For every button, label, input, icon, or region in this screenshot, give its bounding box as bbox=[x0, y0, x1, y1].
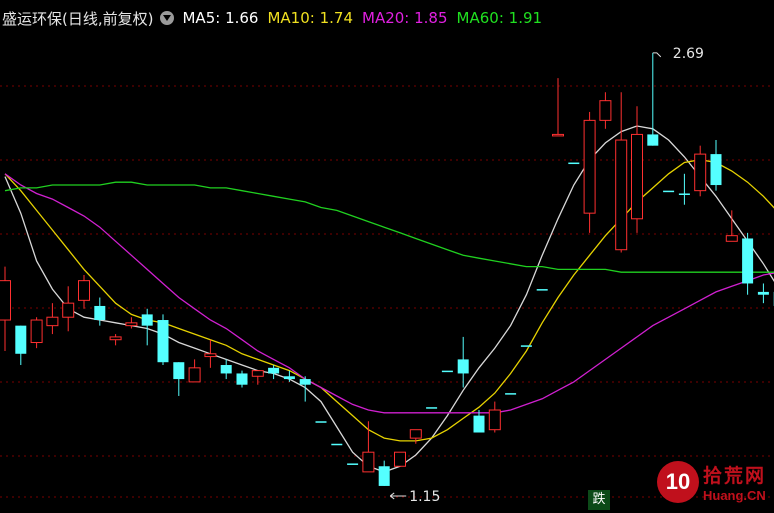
candle-body bbox=[188, 367, 201, 383]
watermark-number: 10 bbox=[656, 461, 699, 503]
ma60-value: 1.91 bbox=[508, 9, 543, 27]
candle-body bbox=[331, 443, 343, 446]
candle-body bbox=[457, 359, 469, 374]
candle-body bbox=[30, 319, 43, 344]
candle-body bbox=[505, 393, 517, 395]
candle-body bbox=[299, 379, 311, 385]
ma5-label: MA5: bbox=[182, 9, 226, 27]
candle-body bbox=[347, 463, 359, 465]
ma20-label: MA20: bbox=[362, 9, 415, 27]
chart-header: 盛运环保(日线,前复权) MA5: 1.66 MA10: 1.74 MA20: … bbox=[0, 0, 774, 36]
settings-icon[interactable] bbox=[160, 11, 175, 25]
candle-body bbox=[599, 100, 612, 121]
candle-body bbox=[125, 322, 138, 327]
candle-body bbox=[647, 134, 659, 146]
candle-body bbox=[520, 345, 532, 347]
ma20-legend: MA20: 1.85 bbox=[362, 9, 448, 27]
ma5-value: 1.66 bbox=[225, 9, 259, 27]
candle-body bbox=[315, 421, 327, 423]
candle-body bbox=[725, 235, 738, 242]
low-pointer bbox=[389, 492, 407, 500]
candle-body bbox=[678, 193, 690, 195]
watermark-cn: 拾荒网 bbox=[702, 465, 766, 487]
candle-body bbox=[394, 451, 406, 467]
candle-body bbox=[15, 325, 27, 354]
ma-line-ma60 bbox=[4, 181, 774, 273]
ma60-label: MA60: bbox=[456, 9, 509, 27]
fall-badge: 跌 bbox=[588, 490, 610, 510]
candle-body bbox=[710, 154, 722, 186]
candle-body bbox=[441, 370, 453, 373]
candle-body bbox=[568, 162, 580, 165]
candle-body bbox=[631, 133, 643, 220]
candle-body bbox=[742, 238, 754, 284]
watermark-en: Huang.CN bbox=[702, 488, 766, 503]
candle-body bbox=[552, 133, 564, 137]
ma-line-ma10 bbox=[4, 159, 774, 442]
candle-body bbox=[204, 353, 217, 358]
candle-body bbox=[409, 429, 422, 439]
ma-line-ma20 bbox=[4, 173, 774, 414]
candle-body bbox=[426, 407, 438, 409]
candle-body bbox=[157, 320, 169, 363]
high-label: 2.69 bbox=[673, 46, 704, 62]
ma10-label: MA10: bbox=[267, 9, 320, 27]
candle-body bbox=[236, 373, 248, 385]
candle-body bbox=[46, 316, 59, 327]
candle-body bbox=[583, 119, 596, 214]
candle-body bbox=[0, 280, 11, 321]
candle-body bbox=[78, 280, 90, 301]
low-label: 1.15 bbox=[409, 489, 440, 505]
candlestick-chart[interactable]: 2.69 1.15 bbox=[0, 0, 774, 513]
watermark-logo: 10 拾荒网 Huang.CN bbox=[656, 458, 766, 506]
candle-body bbox=[94, 305, 106, 321]
candle-body bbox=[251, 370, 264, 377]
candle-body bbox=[109, 336, 122, 341]
candle-body bbox=[536, 289, 548, 291]
ma10-value: 1.74 bbox=[319, 9, 353, 27]
candle-body bbox=[757, 291, 769, 295]
candle-body bbox=[694, 153, 707, 192]
candle-body bbox=[283, 376, 295, 380]
ma60-legend: MA60: 1.91 bbox=[457, 9, 543, 27]
candle-body bbox=[663, 190, 675, 193]
candle-body bbox=[220, 365, 232, 374]
candle-body bbox=[268, 367, 280, 374]
candle-body bbox=[378, 466, 390, 486]
candle-body bbox=[173, 362, 185, 380]
candle-body bbox=[615, 139, 628, 251]
candle-body bbox=[362, 451, 375, 473]
high-pointer bbox=[652, 52, 662, 58]
candle-body bbox=[62, 302, 75, 318]
ma5-legend: MA5: 1.66 bbox=[182, 9, 258, 27]
candle-body bbox=[141, 314, 153, 326]
ma10-legend: MA10: 1.74 bbox=[267, 9, 353, 27]
ma-line-ma5 bbox=[4, 125, 774, 473]
ma20-value: 1.85 bbox=[414, 9, 448, 27]
candle-body bbox=[488, 409, 501, 431]
candle-body bbox=[473, 415, 485, 433]
stock-title[interactable]: 盛运环保(日线,前复权) bbox=[0, 8, 153, 29]
